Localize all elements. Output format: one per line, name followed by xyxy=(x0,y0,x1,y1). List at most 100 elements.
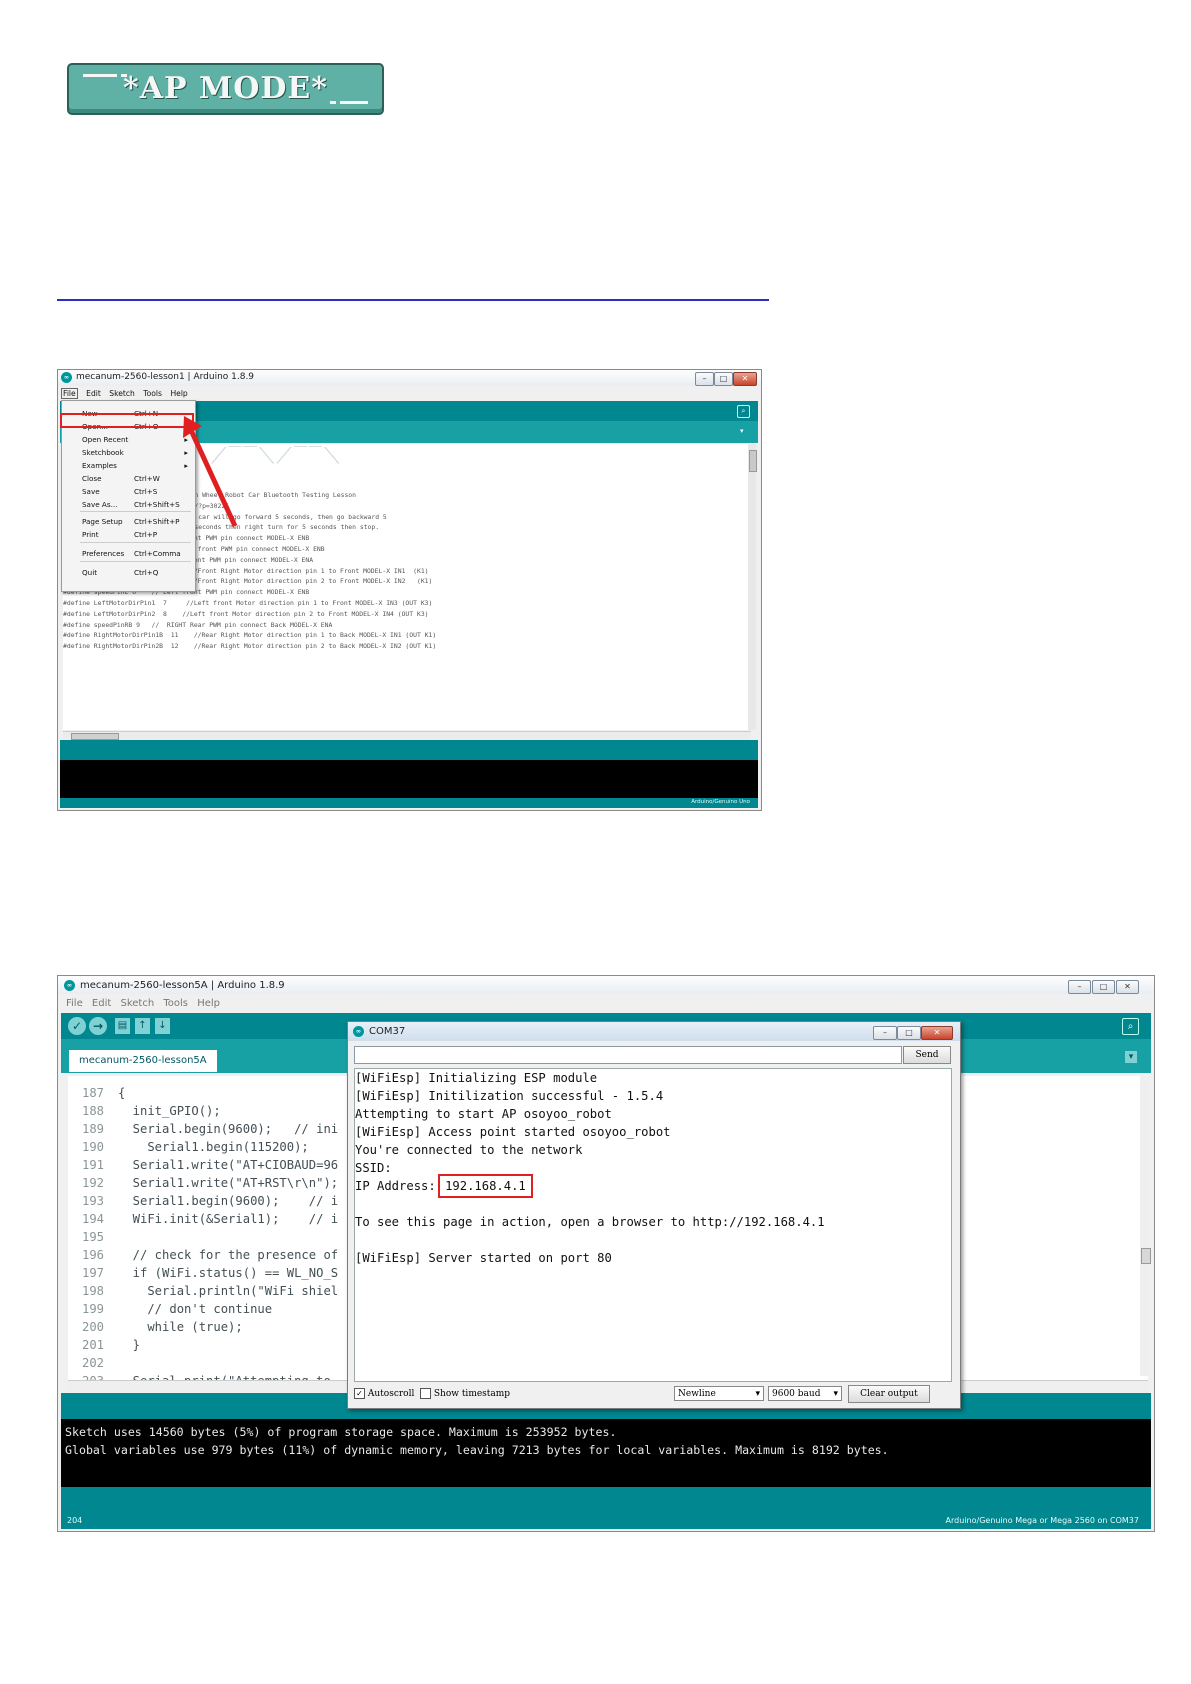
new-sketch-icon[interactable]: ▤ xyxy=(115,1018,130,1034)
line-number: 190 xyxy=(81,1140,104,1154)
ap-mode-badge: *AP MODE* xyxy=(67,63,384,115)
file-menu-item[interactable]: Open Recent ▸ xyxy=(82,434,192,445)
chevron-down-icon: ▾ xyxy=(755,1389,760,1399)
autoscroll-checkbox[interactable]: ✓ xyxy=(354,1388,365,1399)
close-button[interactable]: ✕ xyxy=(1116,980,1139,994)
file-menu-item-shortcut: Ctrl+Comma xyxy=(134,549,181,558)
code-line: while (true); xyxy=(118,1320,243,1334)
badge-dash xyxy=(330,101,336,104)
window-title: COM37 xyxy=(369,1026,406,1037)
menu-help[interactable]: Help xyxy=(197,998,220,1009)
maximize-button[interactable]: □ xyxy=(1092,980,1115,994)
menu-file[interactable]: File xyxy=(66,998,83,1009)
file-menu-item[interactable]: Sketchbook ▸ xyxy=(82,447,192,458)
tab-sketch[interactable]: mecanum-2560-lesson5A xyxy=(69,1050,217,1072)
menu-edit[interactable]: Edit xyxy=(86,389,101,398)
close-button[interactable]: ✕ xyxy=(733,372,757,386)
status-bar-area: 204 Arduino/Genuino Mega or Mega 2560 on… xyxy=(61,1487,1151,1529)
timestamp-checkbox[interactable] xyxy=(420,1388,431,1399)
window-title: mecanum-2560-lesson1 | Arduino 1.8.9 xyxy=(76,372,255,382)
tab-menu-chevron-icon[interactable]: ▾ xyxy=(1125,1051,1137,1063)
maximize-button[interactable]: □ xyxy=(897,1026,921,1040)
baud-select[interactable]: 9600 baud ▾ xyxy=(768,1386,842,1401)
file-menu-item[interactable]: Save Ctrl+S xyxy=(82,486,192,497)
file-menu-item[interactable]: Quit Ctrl+Q xyxy=(82,567,192,578)
line-number: 189 xyxy=(81,1122,104,1136)
menu-file[interactable]: File xyxy=(61,388,78,399)
code-line: init_GPIO(); xyxy=(118,1104,221,1118)
menu-sketch[interactable]: Sketch xyxy=(120,998,154,1009)
code-line: if (WiFi.status() == WL_NO_S xyxy=(118,1266,339,1280)
file-menu-item[interactable]: Save As... Ctrl+Shift+S xyxy=(82,499,192,510)
window-title: mecanum-2560-lesson5A | Arduino 1.8.9 xyxy=(80,980,285,991)
serial-monitor-icon[interactable]: ⌕ xyxy=(737,405,750,418)
timestamp-option[interactable]: Show timestamp xyxy=(420,1386,510,1402)
title-bar: ∞ mecanum-2560-lesson5A | Arduino 1.8.9 … xyxy=(58,976,1154,994)
console-line: Global variables use 979 bytes (11%) of … xyxy=(65,1443,889,1457)
line-number: 187 xyxy=(81,1086,104,1100)
serial-line: You're connected to the network xyxy=(355,1143,583,1157)
code-line: } xyxy=(118,1338,141,1352)
chevron-down-icon: ▾ xyxy=(833,1389,838,1399)
vertical-scrollbar[interactable] xyxy=(1140,1076,1151,1376)
scroll-thumb[interactable] xyxy=(749,450,757,472)
file-menu-item[interactable]: Page Setup Ctrl+Shift+P xyxy=(82,516,192,527)
line-number: 200 xyxy=(81,1320,104,1334)
file-menu: New Ctrl+N Open... Ctrl+O Open Recent ▸ Sketch… xyxy=(61,400,196,592)
file-menu-item-label: Print xyxy=(82,530,99,539)
minimize-button[interactable]: – xyxy=(1068,980,1091,994)
upload-icon[interactable]: → xyxy=(89,1017,107,1035)
code-line: #define speedPinRB 9 // RIGHT Rear PWM p… xyxy=(63,620,333,629)
arduino-logo-icon: ∞ xyxy=(61,372,72,383)
code-lines: { init_GPIO(); Serial.begin(9600); // in… xyxy=(118,1084,339,1400)
menu-edit[interactable]: Edit xyxy=(92,998,111,1009)
code-line: Serial1.begin(9600); // i xyxy=(118,1194,339,1208)
serial-monitor-icon[interactable]: ⌕ xyxy=(1122,1018,1139,1035)
line-ending-select[interactable]: Newline ▾ xyxy=(674,1386,764,1401)
file-menu-item[interactable]: Close Ctrl+W xyxy=(82,473,192,484)
minimize-button[interactable]: – xyxy=(873,1026,897,1040)
file-menu-item[interactable]: Print Ctrl+P xyxy=(82,529,192,540)
code-line: #define RightMotorDirPin1B 11 //Rear Rig… xyxy=(63,631,437,640)
serial-line: [WiFiEsp] Server started on port 80 xyxy=(355,1251,612,1265)
line-number: 197 xyxy=(81,1266,104,1280)
menu-tools[interactable]: Tools xyxy=(163,998,188,1009)
status-bar: Arduino/Genuino Uno xyxy=(60,798,758,808)
maximize-button[interactable]: □ xyxy=(714,372,733,386)
send-button[interactable]: Send xyxy=(903,1046,951,1064)
serial-line xyxy=(355,1231,951,1249)
scroll-thumb[interactable] xyxy=(71,733,119,740)
horizontal-scrollbar[interactable] xyxy=(63,731,751,740)
title-bar: ∞ COM37 – □ ✕ xyxy=(348,1022,960,1041)
file-menu-item-shortcut: Ctrl+P xyxy=(134,530,158,539)
file-menu-item-label: Sketchbook xyxy=(82,448,124,457)
autoscroll-option[interactable]: ✓ Autoscroll xyxy=(354,1386,414,1402)
ip-value: 192.168.4.1 xyxy=(438,1174,533,1198)
title-bar: ∞ mecanum-2560-lesson1 | Arduino 1.8.9 –… xyxy=(58,370,761,386)
close-button[interactable]: ✕ xyxy=(921,1026,953,1040)
verify-icon[interactable]: ✓ xyxy=(68,1017,86,1035)
file-menu-item-shortcut: Ctrl+Shift+S xyxy=(134,500,180,509)
line-status: 204 xyxy=(67,1516,83,1525)
file-menu-item-label: Page Setup xyxy=(82,517,123,526)
line-number: 195 xyxy=(81,1230,104,1244)
file-menu-item[interactable]: Preferences Ctrl+Comma xyxy=(82,548,192,559)
vertical-scrollbar[interactable] xyxy=(748,444,757,730)
console-output: Sketch uses 14560 bytes (5%) of program … xyxy=(61,1419,1151,1487)
menu-separator xyxy=(80,542,191,543)
clear-output-button[interactable]: Clear output xyxy=(848,1385,930,1403)
menu-sketch[interactable]: Sketch xyxy=(109,389,135,398)
scroll-thumb[interactable] xyxy=(1141,1248,1151,1264)
menu-separator xyxy=(80,511,191,512)
minimize-button[interactable]: – xyxy=(695,372,714,386)
red-arrow-icon xyxy=(183,416,238,528)
menu-tools[interactable]: Tools xyxy=(143,389,162,398)
serial-input[interactable] xyxy=(354,1046,902,1064)
line-number: 196 xyxy=(81,1248,104,1262)
menu-help[interactable]: Help xyxy=(170,389,187,398)
open-sketch-icon[interactable]: ↑ xyxy=(135,1018,150,1034)
save-sketch-icon[interactable]: ↓ xyxy=(155,1018,170,1034)
file-menu-item[interactable]: Examples ▸ xyxy=(82,460,192,471)
tab-menu-chevron-icon[interactable]: ▾ xyxy=(740,427,749,436)
